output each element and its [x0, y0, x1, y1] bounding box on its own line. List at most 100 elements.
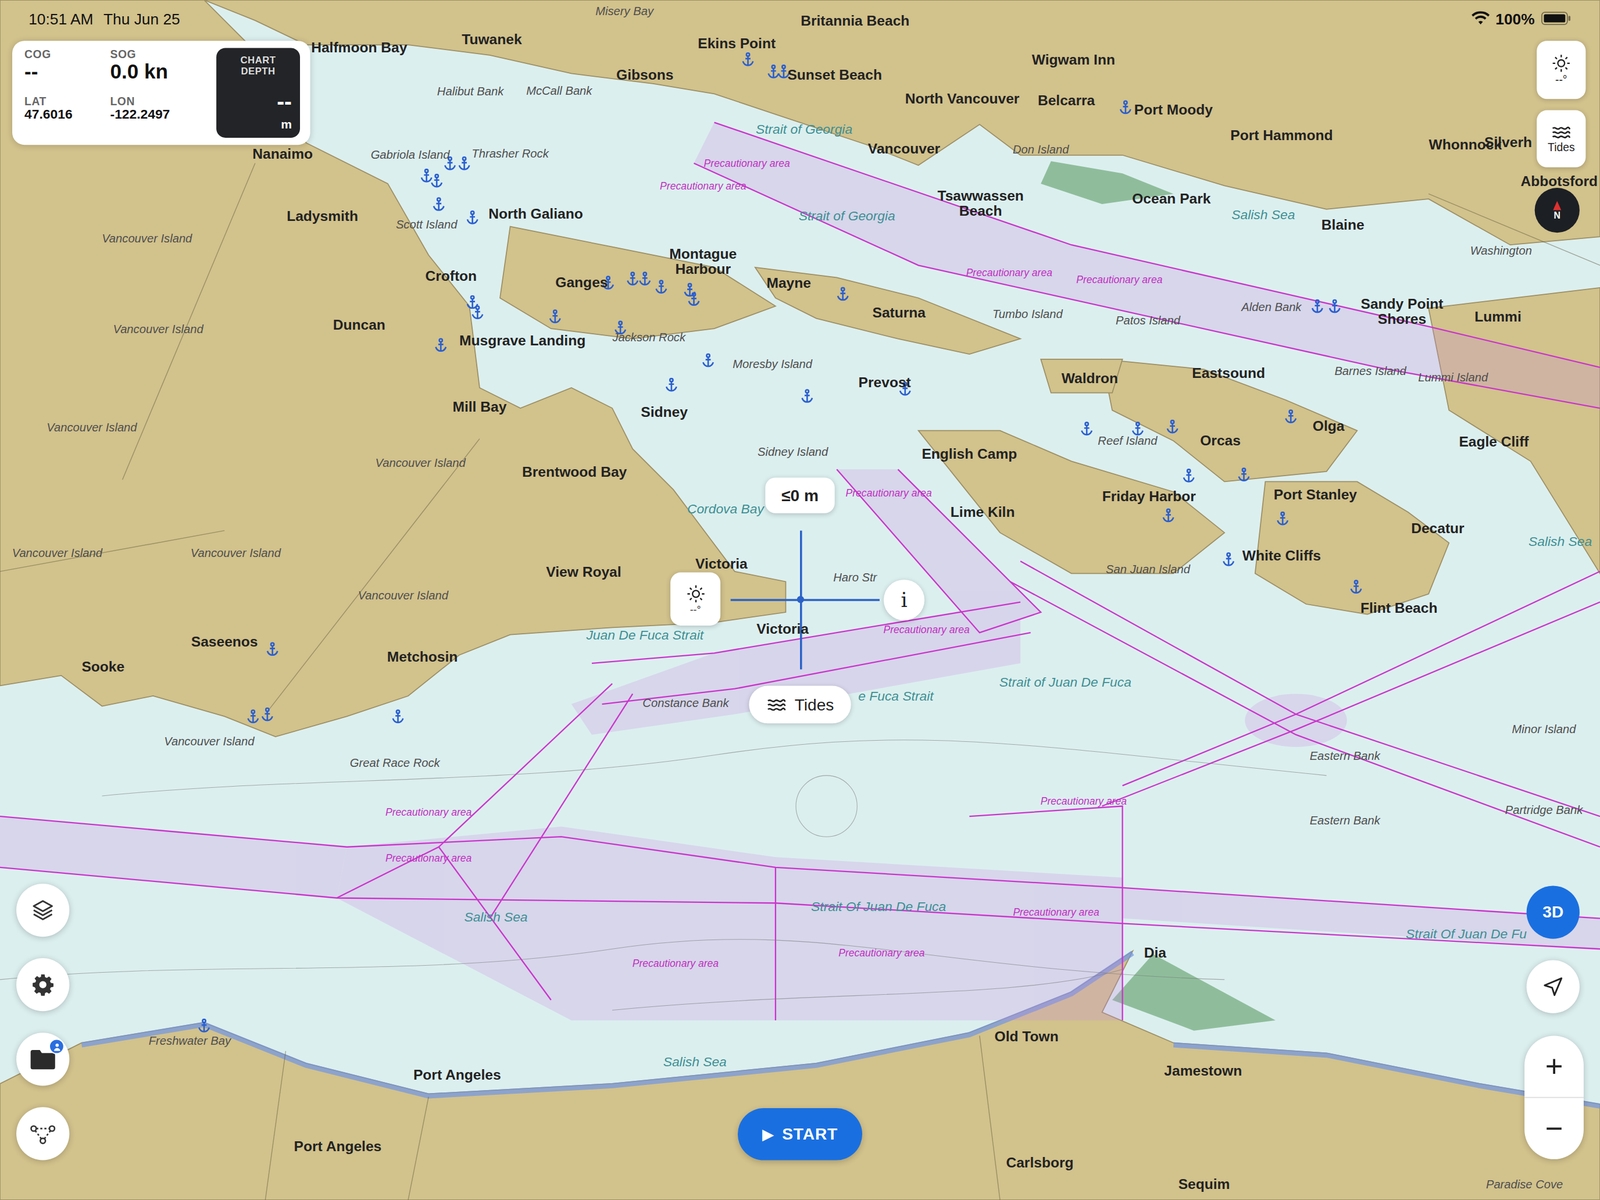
cog-label: COG — [24, 47, 110, 60]
info-button[interactable]: i — [883, 579, 925, 621]
anchor-icon — [1130, 421, 1146, 437]
map-label: Sooke — [81, 659, 125, 675]
layers-button[interactable] — [16, 883, 70, 937]
map-label: Port Angeles — [413, 1067, 502, 1084]
start-button[interactable]: ▶START — [737, 1108, 863, 1161]
map-label: Vancouver Island — [101, 232, 192, 246]
map-label: Dia — [1144, 945, 1167, 962]
map-label: Victoria — [695, 556, 748, 573]
anchor-icon — [1283, 409, 1299, 424]
lat-label: LAT — [24, 94, 110, 107]
map-label: Cordova Bay — [687, 501, 764, 517]
lat-value: 47.6016 — [24, 106, 110, 123]
gear-icon — [30, 972, 56, 998]
map-label: Waldron — [1061, 370, 1119, 387]
map-label: Precautionary area — [1040, 795, 1127, 807]
zoom-in-button[interactable]: + — [1524, 1035, 1584, 1097]
map-label: Port Hammond — [1230, 127, 1333, 144]
anchor-icon — [766, 64, 781, 80]
map-label: North Galiano — [488, 206, 583, 223]
settings-button[interactable] — [16, 958, 70, 1012]
map-label: Vancouver Island — [12, 546, 103, 560]
anchor-icon — [654, 279, 669, 295]
route-icon — [29, 1121, 57, 1146]
map-label: Eastern Bank — [1309, 749, 1381, 763]
map-label: Precautionary area — [845, 487, 932, 499]
compass[interactable]: N — [1534, 187, 1580, 233]
map-label: Nanaimo — [252, 146, 313, 163]
anchor-icon — [1275, 511, 1291, 526]
navigation-arrow-icon — [1541, 975, 1565, 999]
map-label: Strait Of Juan De Fuca — [811, 900, 946, 915]
status-left: 10:51 AMThu Jun 25 — [28, 9, 181, 28]
map-label: Thrasher Rock — [471, 147, 549, 161]
sog-reading: SOG0.0 kn — [110, 47, 209, 91]
sun-reading: --° — [690, 603, 702, 615]
map-label: Olga — [1312, 418, 1345, 435]
map-label: Strait of Georgia — [755, 122, 853, 137]
map-label: Duncan — [333, 317, 386, 334]
status-bar: 10:51 AMThu Jun 25100% — [0, 0, 1600, 37]
anchor-icon — [637, 271, 653, 287]
anchor-icon — [835, 286, 850, 302]
map-label: Salish Sea — [463, 909, 528, 925]
anchor-icon — [664, 377, 680, 392]
map-label: Decatur — [1411, 520, 1465, 537]
anchor-icon — [470, 305, 485, 320]
map-label: Blaine — [1321, 217, 1365, 234]
sun-button[interactable]: --° — [670, 572, 721, 626]
map-label: Barnes Island — [1334, 365, 1406, 378]
anchor-icon — [260, 706, 275, 722]
wifi-icon — [1470, 11, 1490, 26]
map-label: Jackson Rock — [612, 331, 686, 345]
tides-button[interactable]: Tides — [1536, 110, 1586, 168]
map-label: Port Moody — [1134, 102, 1213, 119]
sun-button[interactable]: --° — [1536, 40, 1586, 99]
anchor-icon — [433, 337, 449, 353]
map-label: Ladysmith — [286, 208, 359, 225]
sun-reading: --° — [1555, 73, 1568, 87]
lat-reading: LAT47.6016 — [24, 94, 110, 138]
map-label: Gibsons — [616, 67, 674, 84]
zoom-out-button[interactable]: − — [1524, 1097, 1584, 1160]
zoom-control: +− — [1524, 1035, 1584, 1159]
anchor-icon — [429, 173, 445, 188]
locate-button[interactable] — [1526, 960, 1580, 1014]
depth-reading: ≤0 m — [781, 486, 819, 505]
map-label: Eagle Cliff — [1458, 433, 1529, 450]
map-label: Vancouver Island — [375, 456, 466, 470]
map-label: Constance Bank — [642, 696, 729, 710]
map-label: North Vancouver — [905, 91, 1020, 107]
map-label: San Juan Island — [1105, 562, 1191, 576]
notification-badge — [48, 1038, 64, 1055]
map-label: Brentwood Bay — [522, 464, 627, 481]
map-label: Great Race Rock — [350, 756, 441, 770]
map-label: Sunset Beach — [787, 67, 882, 84]
map-label: Haro Str — [833, 570, 877, 584]
route-button[interactable] — [16, 1106, 70, 1160]
map-label: Prevost — [858, 375, 912, 391]
map-label: Mayne — [766, 275, 811, 292]
map-label: Eastsound — [1191, 365, 1266, 382]
map-label: Victoria — [756, 621, 809, 638]
anchor-icon — [1221, 552, 1237, 567]
map-label: Saseenos — [191, 633, 259, 650]
map-label: Minor Island — [1511, 723, 1576, 737]
map-label: Friday Harbor — [1102, 488, 1196, 505]
files-button[interactable] — [16, 1032, 70, 1086]
depth-tooltip: ≤0 m — [765, 477, 835, 513]
map-label: Misery Bay — [595, 4, 654, 18]
map-label: Sandy Point Shores — [1345, 296, 1459, 328]
map-label: Lummi Island — [1418, 370, 1488, 384]
compass-north: N — [1554, 210, 1561, 220]
map-label: White Cliffs — [1242, 548, 1321, 564]
anchor-icon — [197, 1018, 212, 1034]
map-label: Port Angeles — [294, 1138, 382, 1155]
anchor-icon — [465, 210, 480, 225]
clock: 10:51 AM — [28, 9, 94, 28]
map-label: Montague Harbour — [647, 246, 760, 278]
anchor-icon — [686, 291, 702, 307]
map-label: Gabriola Island — [370, 148, 450, 162]
3d-toggle[interactable]: 3D — [1526, 885, 1580, 939]
tides-button[interactable]: Tides — [748, 685, 852, 724]
